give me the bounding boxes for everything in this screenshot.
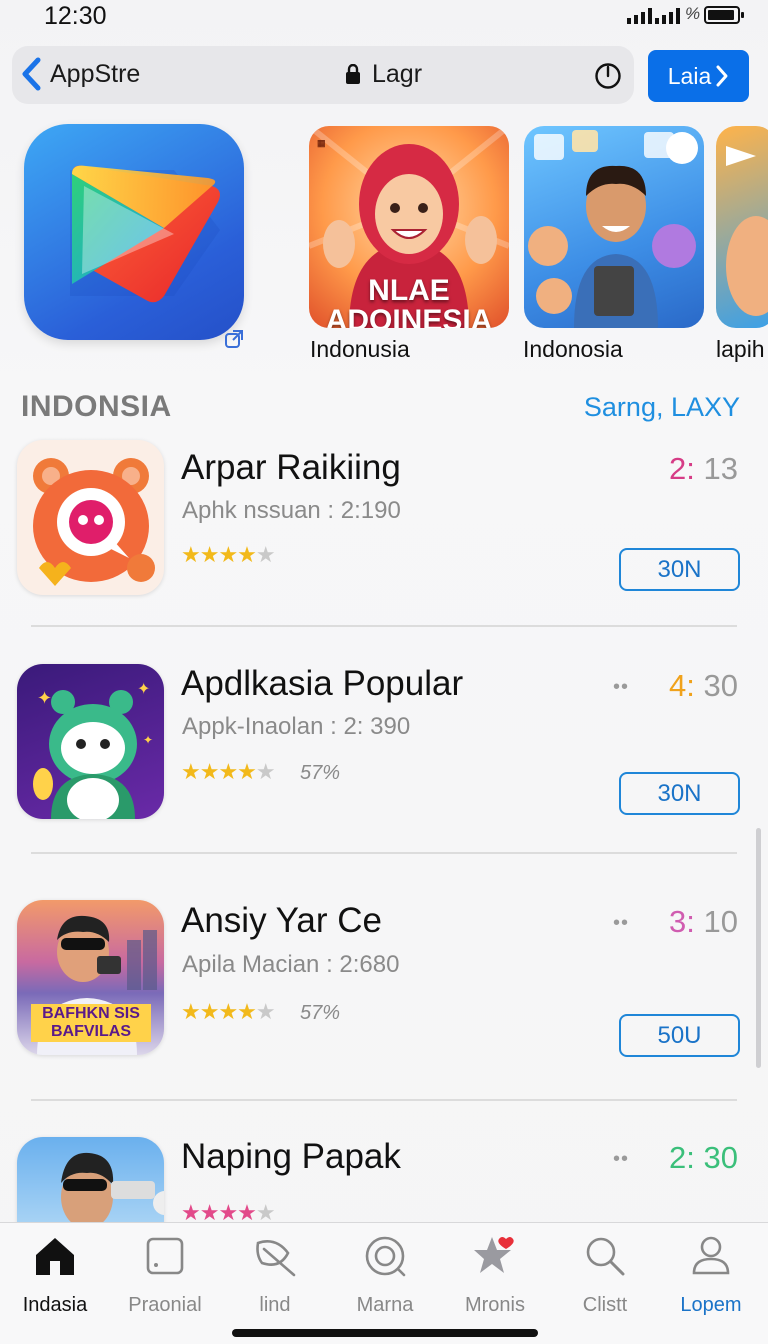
- featured-app-icon[interactable]: [24, 124, 244, 340]
- app-store-screen: 12:30 % AppStre Lagr Laia ▦ NLAE ADOINES…: [0, 0, 768, 1344]
- chevron-right-icon: [716, 65, 728, 87]
- home-icon: [36, 1238, 74, 1275]
- leaf-icon: [256, 1240, 296, 1277]
- featured-card-3[interactable]: [716, 126, 768, 328]
- bear-app-icon: [17, 440, 164, 595]
- rating-stars: ★★★★★: [181, 759, 276, 784]
- app-time: 3: 10: [669, 904, 738, 939]
- square-icon: [146, 1237, 184, 1275]
- person-app-icon: BAFHKN SIS BAFVILAS: [17, 900, 164, 1055]
- row-divider: [31, 625, 737, 627]
- tab-label: Marna: [356, 1294, 414, 1316]
- tab-praonial[interactable]: Praonial: [110, 1233, 220, 1317]
- external-link-icon[interactable]: [223, 328, 245, 350]
- featured-card-1[interactable]: ▦ NLAE ADOINESIA: [309, 126, 509, 328]
- laia-button-label: Laia: [667, 62, 712, 89]
- address-bar[interactable]: AppStre Lagr: [12, 46, 634, 104]
- get-button[interactable]: 50U: [619, 1014, 740, 1057]
- svg-text:✦: ✦: [137, 681, 150, 698]
- home-indicator[interactable]: [232, 1329, 538, 1337]
- get-button[interactable]: 30N: [619, 772, 740, 815]
- wifi-signal-icon: [655, 8, 680, 24]
- reload-icon[interactable]: [594, 62, 622, 90]
- tab-label: Praonial: [128, 1294, 202, 1316]
- svg-text:✦: ✦: [143, 733, 153, 747]
- status-time: 12:30: [44, 2, 107, 30]
- at-icon: [365, 1236, 406, 1277]
- man-with-cartoons-illustration: [528, 130, 698, 328]
- svg-text:✦: ✦: [37, 688, 52, 708]
- percent-glyph: %: [685, 4, 701, 23]
- more-dots[interactable]: ••: [613, 912, 629, 935]
- partial-card-illustration: [726, 146, 768, 316]
- battery-icon: [704, 6, 744, 24]
- app-icon-badge: BAFHKN SIS BAFVILAS: [31, 1004, 151, 1042]
- tab-mronis[interactable]: Mronis: [440, 1233, 550, 1317]
- url-query: Lagr: [372, 60, 423, 88]
- section-title: INDONSIA: [21, 390, 172, 423]
- featured-card-3-label[interactable]: lapih: [716, 336, 765, 363]
- app-subtitle: Appk-Inaolan : 2: 390: [182, 713, 411, 740]
- star-heart-icon: [474, 1237, 514, 1273]
- app-subtitle: Aphk nssuan : 2:190: [182, 497, 401, 524]
- play-logo-icon: [70, 165, 220, 303]
- featured-card-1-overlay: NLAE ADOINESIA: [309, 274, 509, 329]
- row-divider: [31, 1099, 737, 1101]
- site-name: AppStre: [50, 60, 141, 88]
- rating-percent: 57%: [300, 1002, 341, 1024]
- rating-stars: ★★★★★: [181, 542, 276, 567]
- card-corner-mark: ▦: [317, 138, 326, 148]
- app-subtitle: Apila Macian : 2:680: [182, 951, 400, 978]
- app-time: 2: 13: [669, 451, 738, 486]
- tab-lopem[interactable]: Lopem: [656, 1233, 766, 1317]
- app-time: 4: 30: [669, 668, 738, 703]
- tab-label: Indasia: [22, 1294, 88, 1316]
- app-title[interactable]: Arpar Raikiing: [181, 448, 401, 488]
- tab-indasia[interactable]: Indasia: [0, 1233, 110, 1317]
- tab-marna[interactable]: Marna: [330, 1233, 440, 1317]
- app-title[interactable]: Ansiy Yar Ce: [181, 901, 382, 941]
- mascot-app-icon: ✦ ✦ ✦: [17, 664, 164, 819]
- more-dots[interactable]: ••: [613, 676, 629, 699]
- overlay-line-1: NLAE: [368, 274, 450, 307]
- status-bar: 12:30 %: [0, 0, 768, 34]
- app-title[interactable]: Apdlkasia Popular: [181, 664, 463, 704]
- rating-percent: 57%: [300, 762, 341, 784]
- tab-bar: Indasia Praonial lind Marna Mronis Clist…: [0, 1222, 768, 1344]
- lock-icon: [346, 64, 360, 84]
- tab-label: Lopem: [680, 1294, 742, 1316]
- section-see-all-link[interactable]: Sarng, LAXY: [584, 392, 740, 423]
- tab-label: Mronis: [464, 1294, 525, 1316]
- laia-button[interactable]: Laia: [648, 50, 749, 102]
- app-time: 2: 30: [669, 1140, 738, 1175]
- person-icon: [692, 1236, 730, 1275]
- signal-icon: [627, 8, 652, 24]
- tab-label: Clistt: [582, 1294, 628, 1316]
- search-icon: [586, 1237, 625, 1276]
- tab-lind[interactable]: lind: [220, 1233, 330, 1317]
- get-button[interactable]: 30N: [619, 548, 740, 591]
- tab-label: lind: [259, 1294, 291, 1316]
- back-chevron-icon[interactable]: [18, 56, 44, 92]
- row-divider: [31, 852, 737, 854]
- scroll-indicator[interactable]: [756, 828, 761, 1068]
- overlay-line-2: ADOINESIA: [325, 304, 493, 329]
- featured-card-2[interactable]: [524, 126, 704, 328]
- featured-card-2-label[interactable]: Indonosia: [523, 336, 623, 363]
- tab-clistt[interactable]: Clistt: [550, 1233, 660, 1317]
- app-title[interactable]: Naping Papak: [181, 1137, 401, 1177]
- more-dots[interactable]: ••: [613, 1148, 629, 1171]
- featured-card-1-label[interactable]: Indonusia: [310, 336, 410, 363]
- rating-stars: ★★★★★: [181, 999, 276, 1024]
